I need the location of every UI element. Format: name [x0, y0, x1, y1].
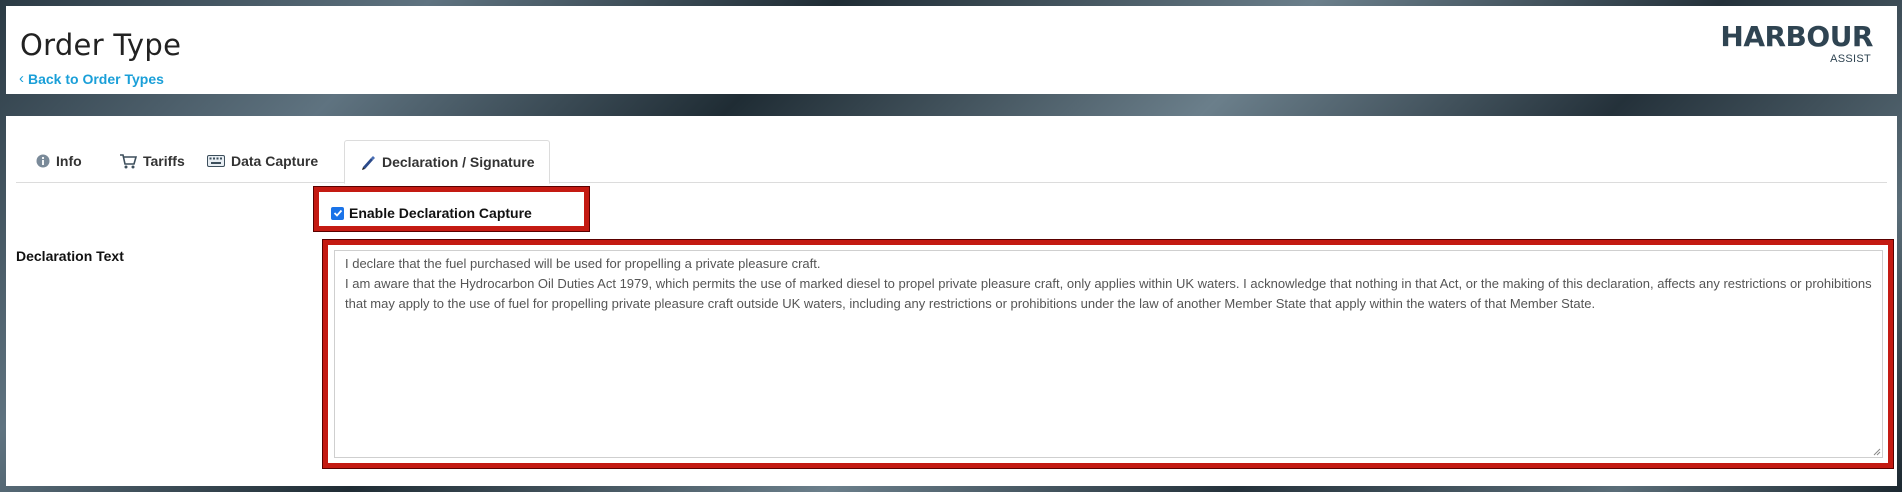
tab-info[interactable]: Info: [36, 140, 82, 181]
tab-data-capture[interactable]: Data Capture: [207, 140, 318, 181]
checkmark-icon: [333, 209, 342, 217]
logo-subtext: ASSIST: [1830, 53, 1871, 65]
page-title: Order Type: [20, 28, 182, 62]
back-link-label: Back to Order Types: [28, 70, 164, 87]
logo-text: HARBOUR: [1720, 20, 1873, 53]
chevron-left-icon: ‹: [19, 70, 24, 87]
tab-info-label: Info: [56, 152, 82, 169]
declaration-textarea[interactable]: I declare that the fuel purchased will b…: [334, 250, 1883, 458]
keyboard-icon: [207, 154, 225, 167]
pen-icon: [362, 156, 375, 170]
declaration-line-2: I am aware that the Hydrocarbon Oil Duti…: [345, 276, 1872, 311]
cart-icon: [120, 153, 137, 168]
enable-declaration-label: Enable Declaration Capture: [349, 205, 532, 221]
enable-declaration-checkbox[interactable]: [331, 206, 344, 220]
tab-data-capture-label: Data Capture: [231, 152, 319, 169]
resize-grip-icon[interactable]: [1873, 448, 1881, 456]
tab-bar: Info Tariffs Data Capture Declaration / …: [16, 140, 1887, 184]
tab-tariffs-label: Tariffs: [143, 152, 185, 169]
declaration-line-1: I declare that the fuel purchased will b…: [345, 256, 821, 271]
tab-tariffs[interactable]: Tariffs: [119, 140, 185, 181]
declaration-text-label: Declaration Text: [16, 248, 124, 264]
harbour-assist-logo: HARBOUR ASSIST: [1720, 22, 1873, 70]
back-to-order-types-link[interactable]: ‹ Back to Order Types: [19, 70, 164, 87]
info-icon: [36, 154, 50, 167]
tab-declaration-signature[interactable]: Declaration / Signature: [344, 140, 551, 184]
enable-declaration-capture[interactable]: Enable Declaration Capture: [331, 205, 532, 221]
tab-declaration-label: Declaration / Signature: [382, 154, 535, 170]
header-card: Order Type ‹ Back to Order Types HARBOUR…: [6, 6, 1897, 94]
